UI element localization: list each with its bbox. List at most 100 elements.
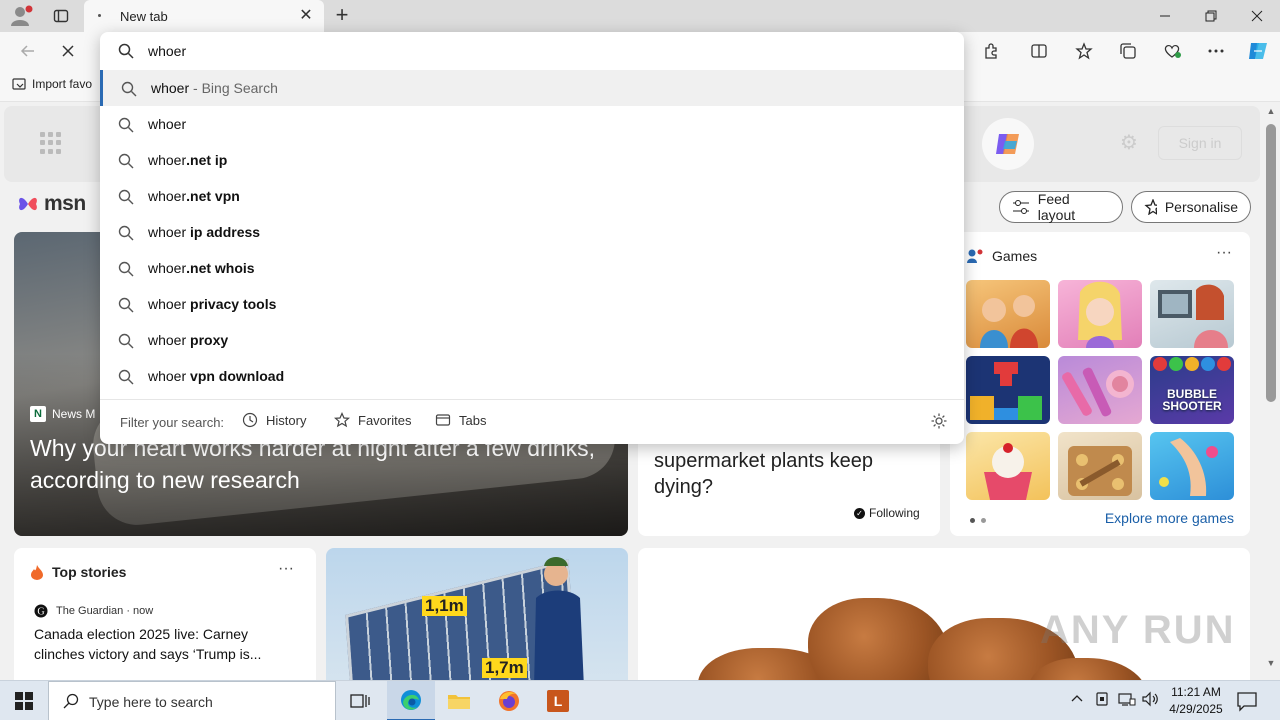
top-stories-more-icon[interactable]: ··· (278, 560, 294, 578)
apps-grid-icon[interactable] (40, 132, 62, 154)
games-pager[interactable] (970, 518, 986, 523)
copilot-page-button[interactable] (982, 118, 1034, 170)
suggestion-item[interactable]: whoer.net ip (100, 142, 964, 178)
more-menu-icon[interactable] (1202, 38, 1230, 64)
app-l-icon[interactable]: L (534, 681, 582, 720)
notification-icon[interactable] (1236, 690, 1258, 712)
split-screen-icon[interactable] (1025, 38, 1053, 64)
show-hidden-icons[interactable] (1070, 691, 1084, 708)
firefox-icon[interactable] (485, 681, 533, 720)
loading-icon (98, 14, 101, 17)
game-tile[interactable] (1058, 280, 1142, 348)
filter-history-button[interactable]: History (242, 412, 306, 428)
suggestion-item[interactable]: whoer proxy (100, 322, 964, 358)
start-button[interactable] (0, 681, 48, 720)
filter-favorites-button[interactable]: Favorites (334, 412, 411, 428)
address-bar[interactable] (100, 32, 964, 70)
game-tile[interactable] (1150, 280, 1234, 348)
explore-more-games-link[interactable]: Explore more games (1105, 510, 1234, 526)
pecan-image (808, 598, 948, 680)
tab-new-tab[interactable]: New tab ✕ (84, 0, 324, 32)
new-tab-button[interactable]: + (330, 4, 354, 28)
suggestion-text: whoer proxy (148, 332, 228, 348)
suggestion-completion: - Bing Search (189, 80, 278, 96)
back-icon[interactable] (14, 38, 42, 64)
address-input[interactable] (148, 40, 928, 62)
suggestion-item[interactable]: whoer vpn download (100, 358, 964, 394)
suggestion-item[interactable]: whoer.net vpn (100, 178, 964, 214)
tabs-icon (435, 414, 451, 426)
svg-text:G: G (37, 607, 44, 618)
system-clock[interactable]: 11:21 AM 4/29/2025 (1160, 684, 1232, 718)
suggestion-completion: .net vpn (186, 188, 240, 204)
edge-taskbar-icon[interactable] (387, 681, 435, 720)
profile-icon[interactable] (8, 4, 34, 28)
msn-logo[interactable]: msn (16, 192, 86, 216)
game-tile[interactable] (966, 432, 1050, 500)
personalise-button[interactable]: Personalise (1131, 191, 1251, 223)
scroll-up-icon[interactable]: ▲ (1265, 106, 1277, 118)
close-tab-icon[interactable]: ✕ (296, 6, 316, 26)
tab-actions-icon[interactable] (48, 4, 74, 28)
top-stories-title: Top stories (52, 564, 127, 580)
volume-icon[interactable] (1142, 691, 1160, 710)
feed-layout-label: Feed layout (1037, 191, 1076, 223)
browser-essentials-icon[interactable] (1158, 38, 1186, 64)
stop-loading-icon[interactable] (54, 38, 82, 64)
close-window-button[interactable] (1234, 0, 1280, 32)
filter-tabs-button[interactable]: Tabs (435, 412, 486, 428)
sparkle-star-icon (1144, 199, 1157, 215)
game-tile[interactable] (1058, 432, 1142, 500)
plants-headline[interactable]: supermarket plants keep dying? (654, 448, 934, 500)
suggestion-item[interactable]: whoer.net whois (100, 250, 964, 286)
taskbar-search-box[interactable]: Type here to search (48, 681, 336, 720)
favorites-star-icon[interactable] (1070, 38, 1098, 64)
task-view-icon[interactable] (336, 681, 384, 720)
history-icon (242, 412, 258, 428)
games-title: Games (992, 248, 1038, 264)
sliders-icon (1013, 200, 1029, 214)
msn-logo-text: msn (44, 192, 86, 215)
scroll-down-icon[interactable]: ▼ (1265, 658, 1277, 670)
windows-logo-icon (15, 692, 33, 710)
following-badge[interactable]: ✓ Following (854, 506, 920, 520)
filter-history-label: History (266, 412, 307, 428)
network-icon[interactable] (1118, 691, 1136, 710)
copilot-icon[interactable] (1244, 38, 1272, 64)
game-tile[interactable] (1058, 356, 1142, 424)
suggestion-item[interactable]: whoer privacy tools (100, 286, 964, 322)
story-headline[interactable]: Canada election 2025 live: Carney clinch… (34, 624, 294, 664)
game-tile[interactable]: BUBBLE SHOOTER (1150, 356, 1234, 424)
minimize-button[interactable] (1142, 0, 1188, 32)
search-settings-gear-icon[interactable] (930, 412, 948, 430)
scrollbar-thumb[interactable] (1266, 124, 1276, 402)
settings-gear-icon[interactable]: ⚙ (1116, 130, 1142, 156)
game-tile[interactable] (966, 280, 1050, 348)
extensions-icon[interactable] (977, 38, 1005, 64)
restore-button[interactable] (1188, 0, 1234, 32)
suggestion-item[interactable]: whoer ip address (100, 214, 964, 250)
game-tile[interactable] (1150, 432, 1234, 500)
file-explorer-icon[interactable] (435, 681, 483, 720)
sign-in-button[interactable]: Sign in (1158, 126, 1242, 160)
games-more-icon[interactable]: ··· (1216, 244, 1232, 262)
games-widget: Games ··· BUBBLE SHOOTER Explore more ga… (950, 232, 1250, 536)
suggestion-query: whoer (148, 188, 187, 204)
game-tile[interactable] (966, 356, 1050, 424)
collections-icon[interactable] (1114, 38, 1142, 64)
measure-label: 1,1m (422, 596, 467, 616)
feed-layout-button[interactable]: Feed layout (999, 191, 1123, 223)
device-icon[interactable] (1094, 691, 1110, 710)
import-favorites-item[interactable]: Import favo (12, 77, 92, 91)
top-stories-header: Top stories (30, 564, 126, 580)
solar-panel-news-card[interactable]: 1,1m 1,7m (326, 548, 628, 680)
suggestion-query: whoer (148, 224, 187, 240)
suggestion-item[interactable]: whoer (100, 106, 964, 142)
browser-titlebar: New tab ✕ + (0, 0, 1280, 32)
search-filter-row: Filter your search: History Favorites Ta… (100, 400, 964, 444)
bubble-shooter-label: BUBBLE SHOOTER (1162, 387, 1222, 413)
page-scrollbar[interactable]: ▲ ▼ (1262, 102, 1280, 680)
suggestion-item[interactable]: whoer - Bing Search (100, 70, 964, 106)
star-icon (334, 412, 350, 428)
suggestion-text: whoer.net vpn (148, 188, 240, 204)
